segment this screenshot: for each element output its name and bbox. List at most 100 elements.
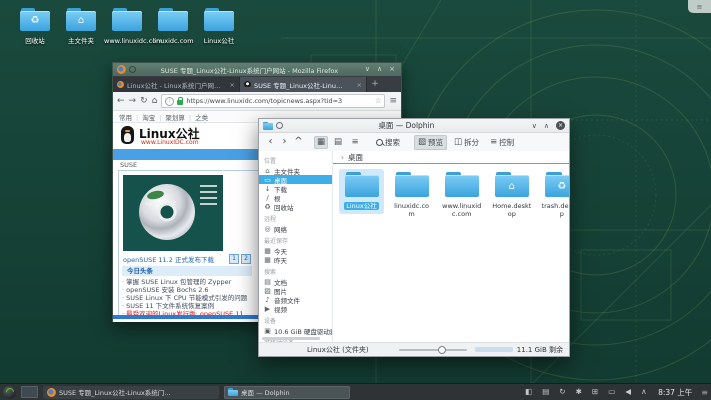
- tab-close-icon[interactable]: ×: [357, 81, 362, 89]
- slider-handle[interactable]: [438, 346, 446, 354]
- dolphin-titlebar[interactable]: 桌面 — Dolphin ∨ ∧ ×: [259, 119, 569, 133]
- place-trash[interactable]: ♻回收站: [259, 202, 332, 211]
- input-method-icon[interactable]: ⊞: [592, 388, 598, 396]
- home-icon: ⌂: [264, 167, 271, 175]
- place-harddrive[interactable]: ▣10.6 GiB 硬盘驱动器: [259, 326, 332, 335]
- folder-item-linux-gongshe[interactable]: Linux公社: [339, 169, 384, 214]
- desktop-icon-label: 主文件夹: [58, 38, 104, 45]
- maximize-button[interactable]: ∧: [544, 122, 549, 130]
- headline-link[interactable]: SUSE Linux 下 CPU 节能模式引发的问题: [122, 294, 258, 302]
- clipboard-icon[interactable]: ▤: [542, 388, 549, 396]
- search-button[interactable]: 搜索: [372, 135, 404, 150]
- address-bar[interactable]: https://www.linuxidc.com/topicnews.aspx?…: [161, 94, 385, 108]
- site-info-icon[interactable]: [165, 97, 174, 106]
- home-icon[interactable]: ⌂: [152, 97, 158, 106]
- headline-link[interactable]: SUSE 11 下文件系统恢复案例: [122, 302, 258, 310]
- desktop-icon-home[interactable]: ⌂ 主文件夹: [58, 8, 104, 45]
- folder-item-linuxidc[interactable]: linuxidc.com: [389, 169, 434, 221]
- taskbar-item-firefox[interactable]: SUSE 专题_Linux公社-Linux系统门…: [43, 386, 219, 399]
- new-tab-button[interactable]: +: [367, 77, 383, 92]
- cd-disc-icon: [139, 184, 195, 240]
- pager-widget[interactable]: [21, 386, 38, 398]
- volume-icon[interactable]: ◀: [625, 388, 631, 396]
- folder-item-home-desktop[interactable]: ⌂ Home.desktop: [489, 169, 534, 221]
- desktop-icon-www-linuxidc[interactable]: www.linuxidc.com: [104, 8, 150, 45]
- bookmark-item[interactable]: 常用: [119, 112, 142, 122]
- firefox-icon: [117, 65, 126, 74]
- reload-icon[interactable]: ↻: [140, 97, 148, 106]
- image-caption-link[interactable]: openSUSE 11.2 正式发布下载: [123, 254, 227, 264]
- close-button[interactable]: ×: [389, 66, 395, 73]
- menu-icon[interactable]: ≡: [389, 97, 397, 106]
- preview-button[interactable]: ▧ 预览: [414, 135, 447, 150]
- headline-link[interactable]: 掌握 SUSE Linux 包管理的 Zypper: [122, 278, 258, 286]
- desktop-icon-trash[interactable]: ♻ 回收站: [12, 8, 58, 45]
- firefox-icon: [47, 388, 56, 397]
- folder-item-trash-desktop[interactable]: ♻ trash.desktop: [539, 169, 569, 221]
- tab-suse-topic[interactable]: SUSE 专题_Linux公社-Linu… ×: [240, 77, 367, 92]
- home-icon: ⌂: [78, 16, 84, 26]
- view-icons-button[interactable]: ▦: [314, 136, 328, 149]
- bookmark-item[interactable]: 淘宝: [142, 112, 165, 122]
- site-logo-url[interactable]: www.LinuxIDC.com: [141, 139, 199, 146]
- zoom-slider[interactable]: [399, 349, 467, 351]
- breadcrumb[interactable]: › 桌面: [333, 151, 569, 164]
- panel-handle-icon[interactable]: ≡: [701, 388, 708, 397]
- pagination-button[interactable]: 1: [229, 254, 239, 264]
- folder-icon: [445, 172, 479, 197]
- place-downloads[interactable]: ↓下载: [259, 184, 332, 193]
- bluetooth-icon[interactable]: ✱: [576, 388, 582, 396]
- view-compact-button[interactable]: ▤: [331, 136, 345, 149]
- up-icon[interactable]: ^: [293, 137, 304, 147]
- place-videos[interactable]: ▶视频: [259, 304, 332, 313]
- split-button[interactable]: ◫ 拆分: [450, 135, 483, 150]
- forward-icon[interactable]: →: [129, 97, 137, 106]
- bookmark-item[interactable]: 之类: [195, 112, 208, 122]
- taskbar-item-dolphin[interactable]: 桌面 — Dolphin: [224, 386, 350, 399]
- close-button[interactable]: ×: [556, 121, 565, 130]
- headline-link[interactable]: openSUSE 安装 Bochs 2.6: [122, 286, 258, 294]
- maximize-button[interactable]: ∧: [377, 66, 382, 73]
- tab-close-icon[interactable]: ×: [230, 81, 235, 89]
- display-icon[interactable]: ▭: [608, 388, 615, 396]
- pagination-button[interactable]: 2: [241, 254, 251, 264]
- network-icon: ◎: [264, 225, 271, 233]
- app-launcher-button[interactable]: [3, 386, 16, 399]
- firefox-titlebar[interactable]: SUSE 专题_Linux公社-Linux系统门户网站 - Mozilla Fi…: [113, 63, 401, 76]
- disc-text-line: [200, 203, 217, 205]
- minimize-button[interactable]: ∨: [532, 122, 537, 130]
- opensuse-dvd-image[interactable]: openSUSE: [123, 175, 223, 251]
- place-yesterday[interactable]: ▦昨天: [259, 255, 332, 264]
- updates-icon[interactable]: ↻: [559, 388, 565, 396]
- minimize-button[interactable]: ∨: [365, 66, 370, 73]
- tab-favicon: [244, 81, 251, 88]
- place-today[interactable]: ▦今天: [259, 246, 332, 255]
- breadcrumb-current[interactable]: 桌面: [348, 152, 363, 163]
- bookmark-item[interactable]: 聚划算: [165, 112, 195, 122]
- back-icon[interactable]: ‹: [265, 137, 276, 147]
- control-button[interactable]: ≡ 控制: [486, 135, 518, 150]
- place-root[interactable]: /根: [259, 193, 332, 202]
- bookmark-star-icon[interactable]: ☆: [375, 97, 381, 105]
- calendar-icon: ▦: [264, 256, 271, 264]
- url-text[interactable]: https://www.linuxidc.com/topicnews.aspx?…: [186, 97, 372, 105]
- place-home[interactable]: ⌂主文件夹: [259, 166, 332, 175]
- view-details-button[interactable]: ≡: [348, 136, 362, 149]
- place-network[interactable]: ◎网络: [259, 224, 332, 233]
- desktop-icon-label: www.linuxidc.com: [104, 38, 150, 45]
- places-scrollbar[interactable]: [262, 337, 320, 340]
- tray-expand-icon[interactable]: ∧: [641, 388, 647, 396]
- tab-linux-gongshe[interactable]: Linux公社 - Linux系统门户网… ×: [113, 77, 240, 92]
- clock[interactable]: 8:37 上午: [658, 387, 692, 398]
- place-audio[interactable]: ♪音频文件: [259, 295, 332, 304]
- desktop-icon-linuxidc[interactable]: linuxidc.com: [150, 8, 196, 45]
- device-notifier-icon[interactable]: ◧: [525, 388, 532, 396]
- desktop-toolbox[interactable]: ≡: [688, 0, 711, 13]
- folder-icon: [112, 8, 142, 31]
- desktop-icon-linux-gongshe[interactable]: Linux公社: [196, 8, 242, 45]
- folder-item-www-linuxidc[interactable]: www.linuxidc.com: [439, 169, 484, 221]
- place-documents[interactable]: ▤文档: [259, 277, 332, 286]
- forward-icon[interactable]: ›: [279, 137, 290, 147]
- place-desktop[interactable]: ▭桌面: [259, 175, 332, 184]
- back-icon[interactable]: ←: [117, 97, 125, 106]
